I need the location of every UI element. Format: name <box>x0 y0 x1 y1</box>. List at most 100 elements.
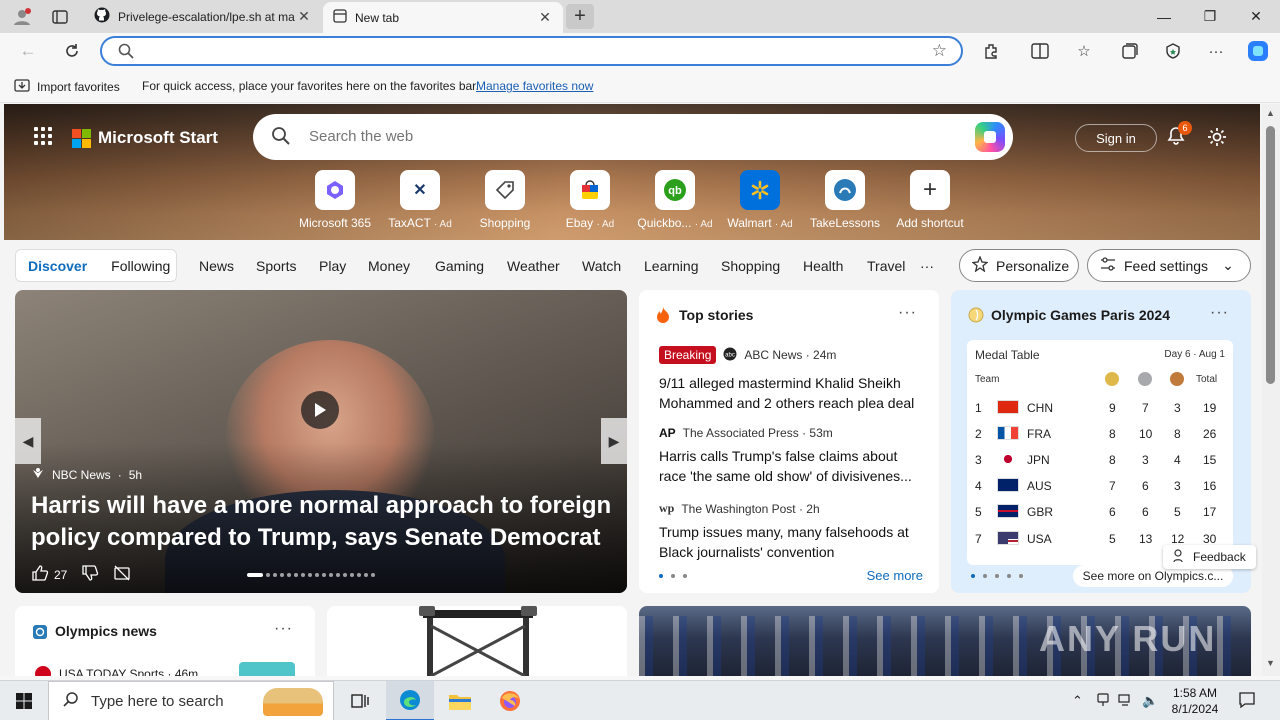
nav-news[interactable]: News <box>199 258 234 274</box>
back-button[interactable]: ← <box>16 40 40 62</box>
copilot-search-icon[interactable] <box>975 122 1005 152</box>
favorite-star-icon[interactable]: ☆ <box>932 41 947 61</box>
medal-row: 3 JPN 8 3 4 15 <box>967 447 1233 473</box>
close-tab-icon[interactable]: ✕ <box>537 9 553 26</box>
nav-weather[interactable]: Weather <box>507 258 560 274</box>
more-menu-icon[interactable]: ··· <box>1204 40 1228 62</box>
address-bar[interactable]: ☆ <box>100 36 963 66</box>
start-button[interactable] <box>0 681 48 720</box>
nav-money[interactable]: Money <box>368 258 410 274</box>
collections-icon[interactable] <box>1117 40 1141 62</box>
more-options-icon[interactable]: ··· <box>1210 304 1229 322</box>
task-view-icon[interactable] <box>336 681 384 720</box>
close-window-button[interactable]: ✕ <box>1233 0 1279 33</box>
minimize-button[interactable]: — <box>1141 0 1187 33</box>
nav-learning[interactable]: Learning <box>644 258 699 274</box>
medal-row: 5 GBR 6 6 5 17 <box>967 499 1233 525</box>
profile-icon[interactable] <box>12 7 32 27</box>
page-scrollbar[interactable]: ▲ ▼ <box>1262 104 1280 676</box>
extensions-icon[interactable] <box>980 40 1004 62</box>
more-options-icon[interactable]: ··· <box>898 304 917 322</box>
firefox-icon[interactable] <box>486 681 534 720</box>
taskbar-search-box[interactable]: Type here to search <box>48 681 334 720</box>
file-explorer-icon[interactable] <box>436 681 484 720</box>
photo-story-card[interactable]: ANY RUN <box>639 606 1251 676</box>
system-clock[interactable]: 1:58 AM 8/1/2024 <box>1166 685 1224 717</box>
manage-favorites-link[interactable]: Manage favorites now <box>476 79 593 93</box>
hide-story-icon[interactable] <box>113 564 131 585</box>
nav-health[interactable]: Health <box>803 258 843 274</box>
import-favorites-button[interactable]: Import favorites <box>14 78 120 95</box>
story-source: The Associated Press · 53m <box>682 426 833 440</box>
story-headline[interactable]: Harris calls Trump's false claims about … <box>659 446 921 486</box>
thumbs-up-icon <box>31 564 49 585</box>
medal-table[interactable]: Medal Table Day 6 · Aug 1 Team Total 1 C… <box>967 340 1233 565</box>
close-tab-icon[interactable]: ✕ <box>296 8 312 25</box>
nav-travel[interactable]: Travel <box>867 258 905 274</box>
scroll-down-icon[interactable]: ▼ <box>1266 658 1275 668</box>
browser-essentials-icon[interactable] <box>1161 40 1185 62</box>
scroll-thumb[interactable] <box>1266 126 1275 384</box>
edge-taskbar-icon[interactable] <box>386 681 434 720</box>
nav-more-icon[interactable]: ··· <box>920 258 934 274</box>
feedback-label: Feedback <box>1193 550 1246 564</box>
news-item[interactable]: USA TODAY Sports · 46m <box>35 666 198 676</box>
nav-sports[interactable]: Sports <box>256 258 296 274</box>
like-button[interactable]: 27 <box>31 564 67 585</box>
web-search-box[interactable] <box>253 114 1013 160</box>
tab-discover[interactable]: Discover <box>16 258 99 274</box>
story-headline[interactable]: Trump issues many, many falsehoods at Bl… <box>659 522 921 562</box>
feedback-button[interactable]: Feedback <box>1163 545 1256 569</box>
nav-gaming[interactable]: Gaming <box>435 258 484 274</box>
story-headline[interactable]: 9/11 alleged mastermind Khalid Sheikh Mo… <box>659 373 921 413</box>
restore-button[interactable]: ❐ <box>1187 0 1233 33</box>
sign-in-button[interactable]: Sign in <box>1075 124 1157 152</box>
show-hidden-icons[interactable]: ⌃ <box>1072 693 1083 709</box>
thumbs-down-icon[interactable] <box>81 564 99 585</box>
top-story-item[interactable]: AP The Associated Press · 53m Harris cal… <box>659 426 921 486</box>
next-story-button[interactable]: ▶ <box>601 418 627 464</box>
nav-watch[interactable]: Watch <box>582 258 621 274</box>
featured-story-card[interactable]: ◀ ▶ NBC News · 5h Harris will have a mor… <box>15 290 627 593</box>
new-tab-button[interactable]: + <box>566 4 594 29</box>
story-headline[interactable]: Harris will have a more normal approach … <box>31 490 616 554</box>
refresh-button[interactable] <box>60 40 84 62</box>
shortcut-walmart[interactable]: Walmart · Ad <box>715 170 805 230</box>
nav-shopping[interactable]: Shopping <box>721 258 780 274</box>
shortcut-microsoft-365[interactable]: Microsoft 365 <box>290 170 380 230</box>
tab-actions-icon[interactable] <box>50 7 70 27</box>
add-shortcut-button[interactable]: + Add shortcut <box>885 170 975 230</box>
personalize-button[interactable]: Personalize <box>959 249 1079 282</box>
product-card[interactable] <box>327 606 627 676</box>
network-status-icon[interactable] <box>1096 693 1110 710</box>
see-more-link[interactable]: See more <box>867 568 923 583</box>
volume-icon[interactable]: 🔈 <box>1142 693 1158 709</box>
tab-github[interactable]: Privelege-escalation/lpe.sh at ma ✕ <box>84 0 322 33</box>
tab-following[interactable]: Following <box>99 258 182 274</box>
top-stories-title: Top stories <box>679 307 754 323</box>
shortcut-quickbooks[interactable]: qb Quickbo... · Ad <box>630 170 720 230</box>
top-story-item[interactable]: Breaking abc ABC News · 24m 9/11 alleged… <box>659 346 921 413</box>
top-story-item[interactable]: wp The Washington Post · 2h Trump issues… <box>659 501 921 562</box>
microsoft-start-logo[interactable]: Microsoft Start <box>72 128 218 148</box>
copilot-icon[interactable] <box>1246 40 1270 62</box>
shortcut-shopping[interactable]: Shopping <box>460 170 550 230</box>
shortcut-taxact[interactable]: ✕ TaxACT · Ad <box>375 170 465 230</box>
play-video-icon[interactable] <box>301 391 339 429</box>
notification-center-icon[interactable] <box>1238 691 1256 712</box>
scroll-up-icon[interactable]: ▲ <box>1266 108 1275 118</box>
feed-settings-button[interactable]: Feed settings ⌄ <box>1087 249 1251 282</box>
more-options-icon[interactable]: ··· <box>274 620 293 638</box>
app-launcher-icon[interactable] <box>34 127 52 145</box>
split-screen-icon[interactable] <box>1028 40 1052 62</box>
tab-new-tab[interactable]: New tab ✕ <box>323 2 563 33</box>
web-search-input[interactable] <box>309 128 949 145</box>
previous-story-button[interactable]: ◀ <box>15 418 41 464</box>
shortcut-ebay[interactable]: Ebay · Ad <box>545 170 635 230</box>
nav-play[interactable]: Play <box>319 258 346 274</box>
favorites-icon[interactable]: ☆ <box>1072 40 1096 62</box>
address-input[interactable] <box>140 42 920 60</box>
ethernet-icon[interactable] <box>1118 693 1134 710</box>
settings-gear-icon[interactable] <box>1206 126 1228 151</box>
shortcut-takelessons[interactable]: TakeLessons <box>800 170 890 230</box>
